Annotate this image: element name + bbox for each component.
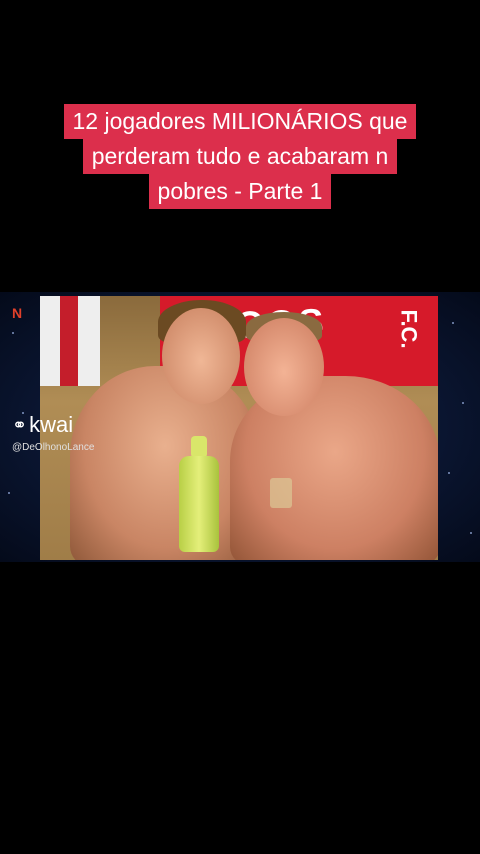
bottle-cap bbox=[191, 436, 207, 458]
kwai-handle: @DeOlhonoLance bbox=[12, 442, 95, 453]
channel-logo-icon: N bbox=[12, 305, 30, 330]
drink-glass bbox=[270, 478, 292, 508]
channel-logo-text: N bbox=[12, 305, 23, 321]
player-left-face bbox=[162, 308, 240, 404]
video-caption: 12 jogadores MILIONÁRIOS que perderam tu… bbox=[0, 104, 480, 209]
drink-bottle bbox=[179, 456, 219, 552]
players-photo: LOOS F.C. bbox=[40, 296, 438, 560]
kwai-brand: kwai bbox=[29, 412, 74, 437]
scarf-fc-text: F.C. bbox=[396, 309, 422, 349]
caption-line-1: 12 jogadores MILIONÁRIOS que bbox=[63, 104, 417, 139]
caption-line-3: pobres - Parte 1 bbox=[148, 174, 332, 209]
player-right-face bbox=[244, 318, 324, 416]
kwai-watermark: ⚭ kwai bbox=[12, 412, 73, 438]
kwai-logo-icon: ⚭ bbox=[12, 414, 27, 435]
caption-line-2: perderam tudo e acabaram n bbox=[82, 139, 398, 174]
red-stripe bbox=[60, 296, 78, 386]
